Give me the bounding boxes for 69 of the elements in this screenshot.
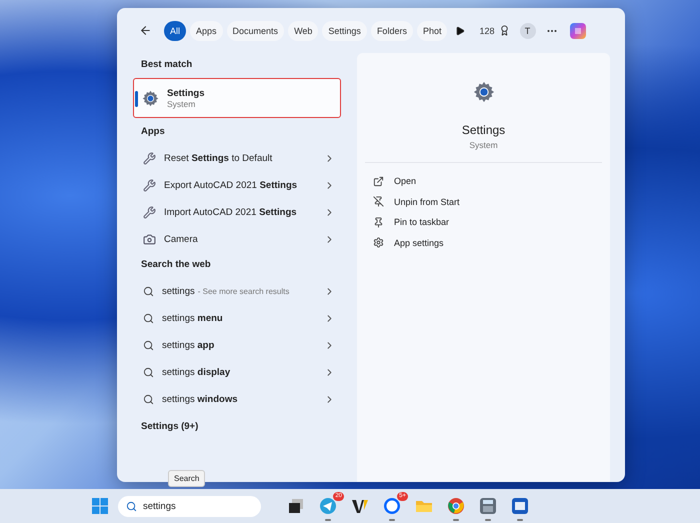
- web-search-result[interactable]: settings display: [162, 367, 230, 378]
- preview-title: Settings: [462, 123, 506, 137]
- web-search-result[interactable]: settings: [162, 286, 195, 297]
- wrench-icon: [143, 206, 156, 219]
- browser-icon[interactable]: [447, 497, 465, 515]
- section-heading: Settings (9+): [140, 420, 200, 434]
- filter-tab[interactable]: Phot: [416, 20, 448, 40]
- open-external-icon: [373, 176, 384, 187]
- filter-tab[interactable]: All: [164, 20, 186, 40]
- search-icon: [143, 367, 154, 378]
- paper-plane-icon[interactable]: [319, 497, 337, 515]
- task-view-icon[interactable]: [288, 498, 304, 514]
- action-link[interactable]: App settings: [394, 238, 444, 248]
- camera-icon: [143, 233, 156, 246]
- filter-tab[interactable]: Apps: [190, 20, 223, 40]
- points-count: 128: [479, 26, 494, 36]
- app-result[interactable]: Export AutoCAD 2021 Settings: [164, 180, 316, 191]
- running-indicator: [325, 519, 331, 521]
- gear-icon: [142, 90, 159, 106]
- running-indicator: [485, 519, 491, 521]
- web-search-result[interactable]: settings app: [162, 340, 214, 351]
- app-result[interactable]: Camera: [164, 234, 316, 245]
- filter-tab[interactable]: Documents: [226, 20, 284, 40]
- selection-indicator: [135, 91, 138, 107]
- best-match-item[interactable]: Settings System: [133, 78, 341, 118]
- running-indicator: [453, 519, 459, 521]
- action-link[interactable]: Unpin from Start: [394, 196, 460, 207]
- action-link[interactable]: Pin to taskbar: [394, 217, 450, 228]
- document-icon[interactable]: [511, 497, 529, 515]
- search-icon: [143, 313, 154, 324]
- tooltip: Search: [168, 470, 206, 487]
- wrench-icon: [143, 152, 156, 165]
- app-result[interactable]: Import AutoCAD 2021 Settings: [164, 207, 316, 218]
- search-icon: [143, 286, 154, 297]
- section-heading: Best match: [140, 58, 194, 72]
- filter-tab[interactable]: Web: [288, 20, 318, 40]
- chat-bubble-icon[interactable]: [383, 497, 401, 515]
- user-avatar[interactable]: T: [520, 22, 536, 38]
- app-subtitle: System: [167, 98, 196, 108]
- windows-logo-icon[interactable]: [92, 498, 108, 514]
- search-input[interactable]: settings: [143, 500, 243, 512]
- action-link[interactable]: Open: [394, 176, 416, 186]
- web-search-result[interactable]: settings menu: [162, 313, 223, 324]
- taskbar-search-bar[interactable]: settings: [118, 496, 261, 516]
- pin-icon: [373, 216, 384, 228]
- w-logo-icon[interactable]: [351, 497, 369, 515]
- back-arrow-icon[interactable]: [139, 24, 152, 37]
- running-indicator: [389, 519, 395, 521]
- section-heading: Search the web: [140, 258, 212, 272]
- preview-subtitle: System: [469, 140, 498, 150]
- running-indicator: [517, 519, 523, 521]
- wrench-icon: [143, 179, 156, 192]
- section-heading: Apps: [140, 125, 166, 139]
- gear-icon: [472, 81, 494, 103]
- app-title: Settings: [167, 88, 204, 98]
- app-result[interactable]: Reset Settings to Default: [164, 153, 316, 164]
- filter-tab[interactable]: Folders: [370, 20, 413, 40]
- search-icon: [143, 394, 154, 405]
- copilot-logo-icon[interactable]: [568, 20, 588, 40]
- unpin-icon: [373, 196, 384, 208]
- settings-icon: [373, 237, 384, 248]
- search-icon: [126, 500, 137, 512]
- play-icon[interactable]: [455, 26, 466, 36]
- medal-icon[interactable]: [498, 25, 510, 36]
- web-search-result[interactable]: settings windows: [162, 394, 238, 405]
- result-hint: - See more search results: [198, 287, 290, 296]
- calculator-icon[interactable]: [479, 497, 497, 515]
- filter-tab[interactable]: Settings: [322, 20, 367, 40]
- search-icon: [143, 340, 154, 351]
